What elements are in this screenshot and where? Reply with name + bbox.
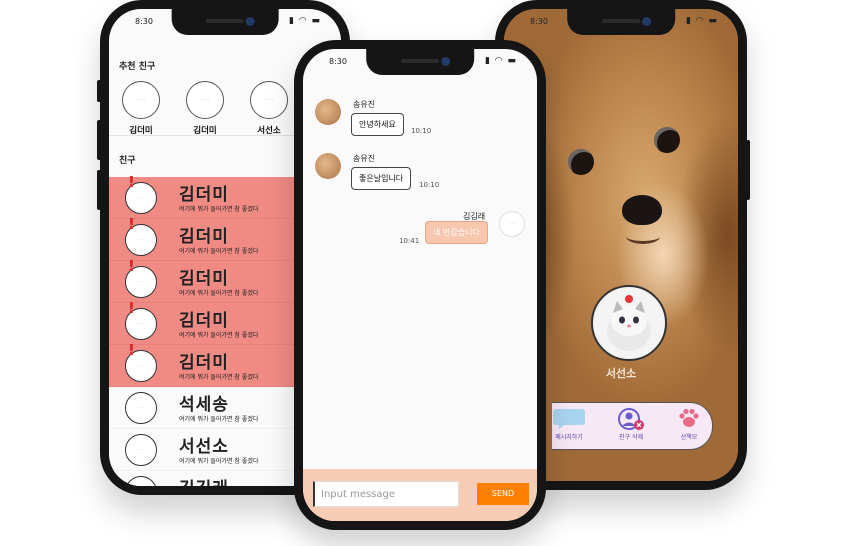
alert-icon: ! xyxy=(128,299,135,317)
message-button[interactable]: 메시지하기 xyxy=(544,407,594,441)
avatar: · · · xyxy=(499,211,525,237)
friend-status: 여기에 뭐가 들어가면 참 좋겠다 xyxy=(179,206,259,213)
message-bubble: 안녕하세요 xyxy=(351,113,404,136)
alert-icon: ! xyxy=(128,215,135,233)
friend-name: 김김래 xyxy=(179,474,229,486)
profile-action-bar: 메시지하기 친구 삭제 산책모 xyxy=(552,402,713,450)
friend-status: 여기에 뭐가 들어가면 참 좋겠다 xyxy=(179,290,259,297)
recommended-label: 추천 친구 xyxy=(119,62,156,72)
my-message-bubble: 네 반갑습니다 xyxy=(425,221,488,244)
status-bar: 8:30 ▮ ◠ ▬ xyxy=(303,55,537,71)
avatar: · · · xyxy=(125,392,157,424)
sender-name: 송유진 xyxy=(353,154,376,163)
avatar xyxy=(315,99,341,125)
status-bar: 8:30 ▮ ◠ ▬ xyxy=(109,15,341,31)
recommended-friend[interactable]: · · · 서선소 xyxy=(239,81,299,136)
remove-friend-icon xyxy=(606,407,656,430)
friend-name: 서선소 xyxy=(179,437,229,457)
friend-name: 김더미 xyxy=(179,353,229,373)
friend-name: 김더미 xyxy=(179,311,229,331)
friend-name: 김더미 xyxy=(179,269,229,289)
avatar: · · · xyxy=(186,81,224,119)
remove-friend-button[interactable]: 친구 삭제 xyxy=(606,407,656,441)
message-bubble: 좋은날입니다 xyxy=(351,167,412,190)
friend-name: 김더미 xyxy=(179,227,229,247)
status-icons: ▮ ◠ ▬ xyxy=(484,56,517,66)
status-time: 8:30 xyxy=(135,17,153,26)
send-button[interactable]: SEND xyxy=(477,483,529,505)
profile-avatar xyxy=(591,285,667,361)
avatar xyxy=(315,153,341,179)
friends-label: 친구 xyxy=(119,156,136,166)
volume-up-button xyxy=(97,120,101,160)
avatar: · · · xyxy=(250,81,288,119)
power-button xyxy=(746,140,750,200)
message-input[interactable]: Input message xyxy=(313,481,459,507)
message-time: 10:41 xyxy=(399,237,420,245)
avatar: · · · xyxy=(125,476,157,486)
mute-switch xyxy=(97,80,101,102)
friend-name: 석세송 xyxy=(179,395,229,415)
message-composer: Input message SEND xyxy=(303,469,537,521)
chat-screen: 8:30 ▮ ◠ ▬ 송유진 안녕하세요 10:10 송유진 좋은날입니다 10… xyxy=(303,49,537,521)
paw-icon xyxy=(664,407,714,429)
dog-mouth xyxy=(626,229,660,244)
friend-status: 여기에 뭐가 들어가면 참 좋겠다 xyxy=(179,374,259,381)
chat-bubble-icon xyxy=(544,407,594,429)
recommended-friend[interactable]: · · · 김더미 xyxy=(175,81,235,136)
status-icons: ▮ ◠ ▬ xyxy=(685,16,718,26)
dog-nose xyxy=(622,195,662,225)
action-label: 메시지하기 xyxy=(555,434,583,441)
friend-status: 여기에 뭐가 들어가면 참 좋겠다 xyxy=(179,416,259,423)
dog-eye xyxy=(568,149,594,175)
status-time: 8:30 xyxy=(530,17,548,26)
status-time: 8:30 xyxy=(329,57,347,66)
sender-name: 송유진 xyxy=(353,100,376,109)
message-time: 10:10 xyxy=(411,127,432,135)
walk-button[interactable]: 산책모 xyxy=(664,407,714,441)
mockup-stage: 8:30 ▮ ◠ ▬ 추천 친구 · · · 김더미 · · · 김더미 · ·… xyxy=(0,0,845,546)
dog-eye xyxy=(654,127,680,153)
phone-chat: 8:30 ▮ ◠ ▬ 송유진 안녕하세요 10:10 송유진 좋은날입니다 10… xyxy=(294,40,546,530)
alert-icon: ! xyxy=(128,341,135,359)
status-bar: 8:30 ▮ ◠ ▬ xyxy=(504,15,738,31)
alert-icon: ! xyxy=(128,257,135,275)
status-icons: ▮ ◠ ▬ xyxy=(288,16,321,26)
alert-icon: ! xyxy=(128,173,135,191)
recommended-friend[interactable]: · · · 김더미 xyxy=(111,81,171,136)
friend-name: 김더미 xyxy=(179,185,229,205)
avatar: · · · xyxy=(125,434,157,466)
action-label: 친구 삭제 xyxy=(619,434,643,441)
friend-status: 여기에 뭐가 들어가면 참 좋겠다 xyxy=(179,458,259,465)
friend-status: 여기에 뭐가 들어가면 참 좋겠다 xyxy=(179,248,259,255)
action-label: 산책모 xyxy=(680,434,698,441)
volume-down-button xyxy=(97,170,101,210)
friend-status: 여기에 뭐가 들어가면 참 좋겠다 xyxy=(179,332,259,339)
avatar: · · · xyxy=(122,81,160,119)
message-time: 10:10 xyxy=(419,181,440,189)
